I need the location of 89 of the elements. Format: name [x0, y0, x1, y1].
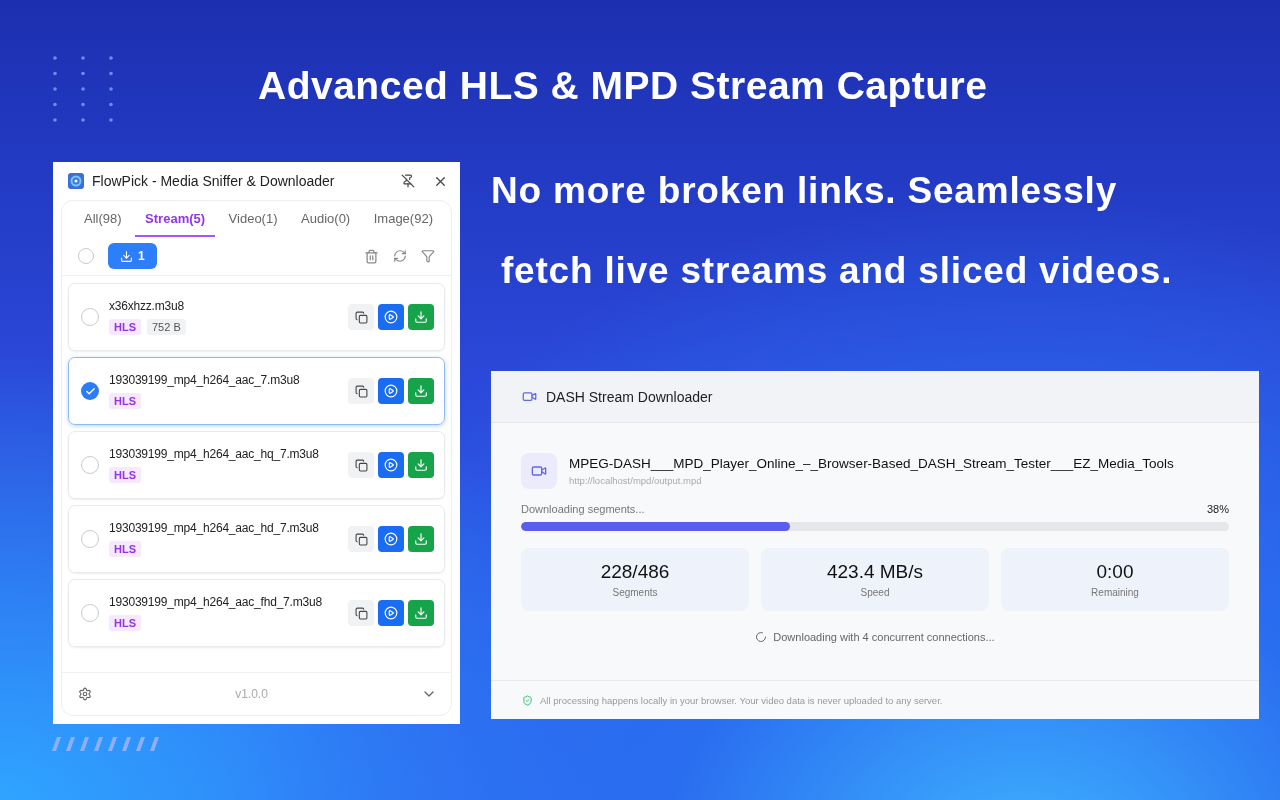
format-tag: HLS	[109, 393, 141, 409]
headline: Advanced HLS & MPD Stream Capture	[258, 63, 989, 109]
download-icon	[120, 249, 133, 263]
media-card[interactable]: 193039199_mp4_h264_aac_hq_7.m3u8 HLS	[68, 431, 445, 499]
logo-icon	[68, 173, 84, 189]
play-button[interactable]	[378, 452, 404, 478]
play-icon	[384, 310, 398, 324]
media-card[interactable]: 193039199_mp4_h264_aac_7.m3u8 HLS	[68, 357, 445, 425]
privacy-notice: All processing happens locally in your browser. Your video data is never uploaded to any server.	[540, 694, 943, 706]
item-checkbox[interactable]	[81, 382, 99, 400]
play-icon	[384, 384, 398, 398]
download-icon	[414, 384, 428, 398]
download-button[interactable]	[408, 452, 434, 478]
item-checkbox[interactable]	[81, 456, 99, 474]
item-checkbox[interactable]	[81, 530, 99, 548]
play-button[interactable]	[378, 526, 404, 552]
item-checkbox[interactable]	[81, 308, 99, 326]
copy-button[interactable]	[348, 526, 374, 552]
stream-url: http://localhost/mpd/output.mpd	[569, 475, 703, 486]
window-title: FlowPick - Media Sniffer & Downloader	[92, 173, 336, 189]
stat-value: 423.4 MB/s	[826, 561, 924, 583]
stat-label: Speed	[860, 587, 890, 598]
trash-icon[interactable]	[364, 248, 379, 264]
download-icon	[414, 606, 428, 620]
tab[interactable]: Stream(5)	[135, 201, 216, 237]
copy-icon	[354, 458, 368, 472]
media-card[interactable]: 193039199_mp4_h264_aac_fhd_7.m3u8 HLS	[68, 579, 445, 647]
stat-label: Remaining	[1091, 587, 1139, 598]
stream-name: MPEG-DASH___MPD_Player_Online_–_Browser-Based_DASH_Stream_Tester___EZ_Media_Tools	[569, 456, 1174, 471]
download-button[interactable]	[408, 304, 434, 330]
file-name: 193039199_mp4_h264_aac_hd_7.m3u8	[109, 521, 320, 535]
file-name: 193039199_mp4_h264_aac_7.m3u8	[109, 373, 301, 387]
panel-title: DASH Stream Downloader	[546, 388, 713, 405]
version-label: v1.0.0	[234, 687, 269, 701]
tab[interactable]: Image(92)	[363, 201, 443, 237]
download-button[interactable]	[408, 378, 434, 404]
file-name: 193039199_mp4_h264_aac_fhd_7.m3u8	[109, 595, 323, 609]
play-icon	[384, 458, 398, 472]
file-name: 193039199_mp4_h264_aac_hq_7.m3u8	[109, 447, 320, 461]
format-tag: HLS	[109, 615, 141, 631]
copy-icon	[354, 310, 368, 324]
copy-icon	[354, 532, 368, 546]
file-name: x36xhzz.m3u8	[109, 299, 185, 313]
dots-drawing	[52, 55, 114, 123]
play-icon	[384, 532, 398, 546]
media-card[interactable]: 193039199_mp4_h264_aac_hd_7.m3u8 HLS	[68, 505, 445, 573]
copy-button[interactable]	[348, 304, 374, 330]
size-tag: 752 B	[147, 319, 186, 335]
format-tag: HLS	[109, 541, 141, 557]
refresh-icon[interactable]	[393, 249, 407, 263]
tab[interactable]: Video(1)	[218, 201, 288, 237]
copy-button[interactable]	[348, 452, 374, 478]
stat-value: 228/486	[600, 561, 670, 583]
format-tag: HLS	[109, 467, 141, 483]
tab[interactable]: All(98)	[74, 201, 132, 237]
settings-icon[interactable]	[78, 687, 92, 701]
video-camera-icon	[521, 453, 557, 489]
download-button[interactable]	[408, 600, 434, 626]
play-icon	[384, 606, 398, 620]
download-icon	[414, 310, 428, 324]
media-card[interactable]: x36xhzz.m3u8 HLS 752 B	[68, 283, 445, 351]
format-tag: HLS	[109, 319, 141, 335]
stat-value: 0:00	[1096, 561, 1134, 583]
copy-icon	[354, 606, 368, 620]
unpin-icon[interactable]	[401, 174, 415, 188]
download-selected-button[interactable]: 1	[108, 243, 157, 269]
play-button[interactable]	[378, 378, 404, 404]
play-button[interactable]	[378, 304, 404, 330]
tagline: No more broken links. Seamlessly	[491, 170, 1119, 212]
filter-icon[interactable]	[421, 249, 435, 263]
progress-percent: 38%	[1206, 503, 1229, 515]
tagline: fetch live streams and sliced videos.	[501, 250, 1174, 292]
item-checkbox[interactable]	[81, 604, 99, 622]
play-button[interactable]	[378, 600, 404, 626]
spinner-icon	[755, 631, 768, 643]
copy-button[interactable]	[348, 378, 374, 404]
status-text: Downloading with 4 concurrent connections...	[773, 631, 995, 643]
check-icon	[84, 385, 96, 397]
download-button[interactable]	[408, 526, 434, 552]
tab[interactable]: Audio(0)	[291, 201, 361, 237]
stat-label: Segments	[612, 587, 658, 598]
select-all-checkbox[interactable]	[78, 248, 94, 264]
shield-check-icon	[522, 694, 533, 706]
progress-label: Downloading segments...	[521, 503, 645, 515]
download-icon	[414, 458, 428, 472]
video-camera-icon	[522, 389, 537, 404]
copy-icon	[354, 384, 368, 398]
copy-button[interactable]	[348, 600, 374, 626]
download-icon	[414, 532, 428, 546]
